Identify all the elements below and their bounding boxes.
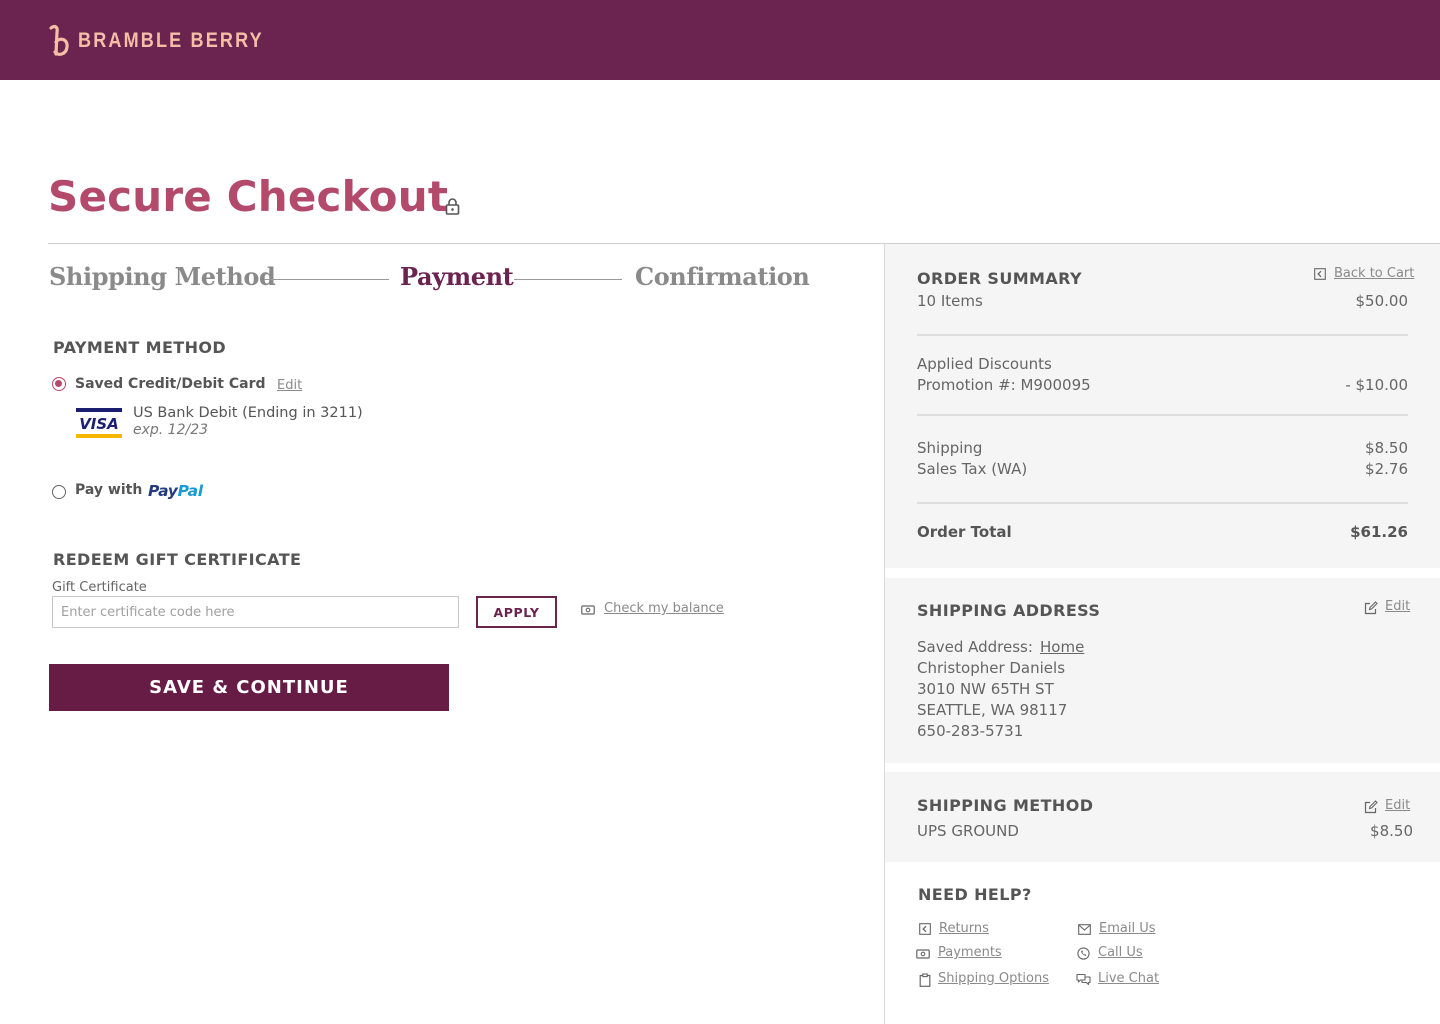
promotion-amount: - $10.00 [1345,376,1408,394]
visa-card-brand: VISA [79,415,119,433]
paypal-radio[interactable] [52,485,66,499]
edit-shipping-address-link[interactable]: Edit [1385,599,1410,614]
check-balance-link[interactable]: Check my balance [604,601,724,616]
brand-logo[interactable]: BRAMBLE BERRY [48,24,294,58]
shipping-method-price: $8.50 [1370,822,1413,840]
shipping-method-name: UPS GROUND [917,822,1019,840]
back-to-cart-link[interactable]: Back to Cart [1334,266,1414,281]
money-icon [581,605,595,615]
save-continue-button[interactable]: SAVE & CONTINUE [49,664,449,711]
order-summary-heading: ORDER SUMMARY [917,269,1082,288]
need-help-heading: NEED HELP? [918,885,1032,904]
gift-certificate-input[interactable] [52,596,459,628]
summary-divider [917,334,1408,336]
step-connector [264,279,389,280]
paypal-label[interactable]: Pay with [75,482,142,498]
live-chat-link[interactable]: Live Chat [1098,971,1159,986]
sales-tax-label: Sales Tax (WA) [917,460,1028,478]
saved-card-radio[interactable] [52,377,66,391]
edit-card-link[interactable]: Edit [277,378,302,393]
paypal-logo: PayPal [148,482,203,500]
edit-shipping-method-link[interactable]: Edit [1385,798,1410,813]
summary-divider [917,414,1408,416]
saved-address-label: Saved Address: [917,638,1033,656]
step-payment: Payment [400,262,514,291]
items-count: 10 Items [917,292,983,310]
card-expiry: exp. 12/23 [133,422,209,438]
saved-card-label[interactable]: Saved Credit/Debit Card [75,376,266,392]
visa-card-icon: VISA [76,408,122,438]
chat-icon [1076,973,1091,986]
apply-button[interactable]: APPLY [476,596,557,628]
column-divider [884,243,885,1024]
paypal-logo-pal: Pal [177,482,204,500]
lock-icon [445,198,460,215]
order-total-amount: $61.26 [1350,523,1408,541]
returns-link[interactable]: Returns [939,921,989,936]
shipping-options-link[interactable]: Shipping Options [938,971,1049,986]
payments-link[interactable]: Payments [938,945,1002,960]
returns-icon [919,923,931,935]
applied-discounts-label: Applied Discounts [917,355,1052,373]
page-title: Secure Checkout [48,172,449,221]
step-confirmation: Confirmation [635,262,810,291]
recipient-name: Christopher Daniels [917,659,1066,677]
payment-method-heading: PAYMENT METHOD [53,338,227,357]
address-street: 3010 NW 65TH ST [917,680,1054,698]
shipping-cost: $8.50 [1365,439,1408,457]
gift-certificate-heading: REDEEM GIFT CERTIFICATE [53,550,302,569]
step-shipping-method[interactable]: Shipping Method [49,262,276,291]
payments-icon [916,949,930,959]
envelope-icon [1078,924,1091,935]
phone-icon [1077,947,1090,960]
shipping-method-panel [885,772,1440,862]
order-total-label: Order Total [917,523,1012,541]
top-header-bar: BRAMBLE BERRY [0,0,1440,80]
email-us-link[interactable]: Email Us [1099,921,1156,936]
shipping-method-heading: SHIPPING METHOD [917,796,1094,815]
step-connector [514,279,622,280]
gift-certificate-label: Gift Certificate [52,580,147,595]
sales-tax-amount: $2.76 [1365,460,1408,478]
call-us-link[interactable]: Call Us [1098,945,1143,960]
shipping-address-heading: SHIPPING ADDRESS [917,601,1101,620]
card-name: US Bank Debit (Ending in 3211) [133,405,363,421]
shipping-label: Shipping [917,439,983,457]
edit-icon [1364,601,1378,615]
items-subtotal: $50.00 [1355,292,1409,310]
promotion-label: Promotion #: M900095 [917,376,1091,394]
paypal-logo-pay: Pay [148,482,178,500]
address-city: SEATTLE, WA 98117 [917,701,1068,719]
bramble-berry-logo-icon [49,25,69,56]
clipboard-icon [919,973,931,987]
summary-divider [917,502,1408,504]
edit-icon [1364,800,1378,814]
address-phone: 650-283-5731 [917,722,1024,740]
back-arrow-icon [1314,268,1326,280]
brand-name: BRAMBLE BERRY [78,29,264,52]
saved-address-name-link[interactable]: Home [1040,638,1084,656]
